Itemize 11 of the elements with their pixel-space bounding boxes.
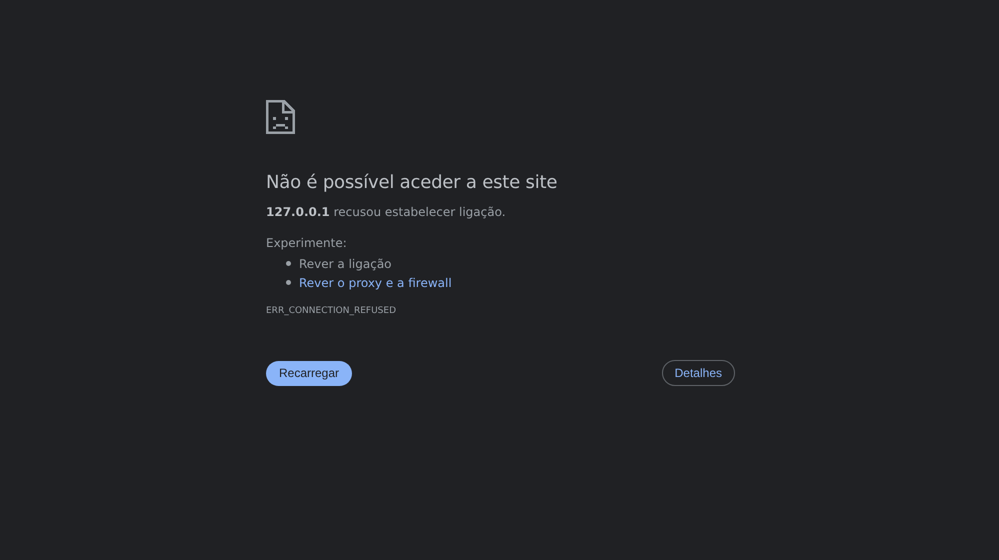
error-description: 127.0.0.1 recusou estabelecer ligação. [266,204,507,220]
bullet-icon [286,261,291,266]
bullet-icon [286,280,291,285]
sad-page-icon [266,100,295,134]
suggestion-text: Rever a ligação [299,256,392,270]
suggestions-heading: Experimente: [266,235,348,251]
error-title: Não é possível aceder a este site [266,171,558,195]
error-code: ERR_CONNECTION_REFUSED [266,305,397,317]
details-button[interactable]: Detalhes [662,360,735,386]
suggestion-link[interactable]: Rever o proxy e a firewall [299,276,452,290]
reload-button[interactable]: Recarregar [266,360,352,386]
